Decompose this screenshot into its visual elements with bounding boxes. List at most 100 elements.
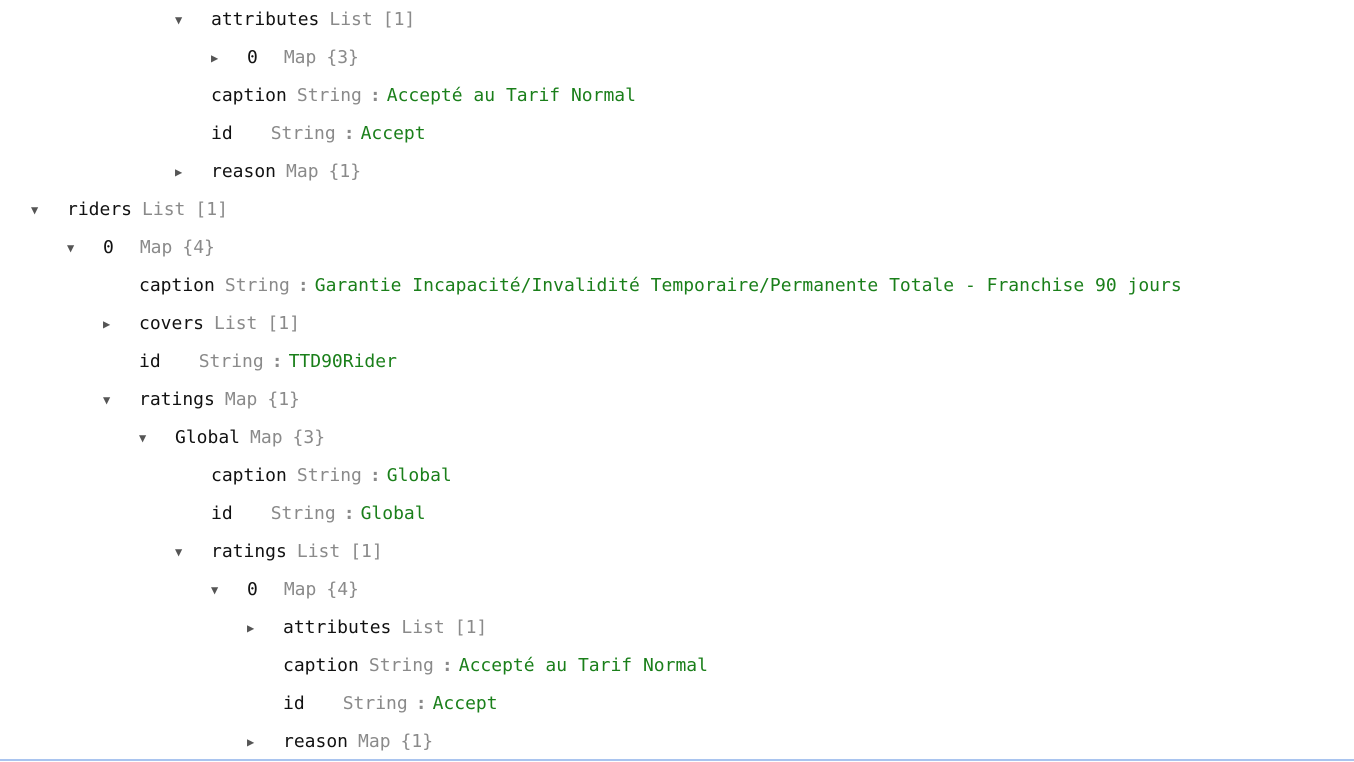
expanded-triangle-icon[interactable]: ▼ (31, 191, 67, 229)
node-count: [1] (350, 541, 383, 562)
node-value: Garantie Incapacité/Invalidité Temporair… (314, 275, 1182, 296)
node-key: id (211, 503, 233, 524)
node-type: String (296, 465, 362, 486)
collapsed-triangle-icon[interactable]: ▶ (211, 39, 247, 77)
tree-row-id: id String: Accept (211, 115, 426, 153)
node-value: Global (360, 503, 426, 524)
tree-row-global[interactable]: ▼ Global Map {3} (139, 419, 325, 457)
collapsed-triangle-icon[interactable]: ▶ (175, 153, 211, 191)
node-count: {1} (267, 389, 300, 410)
node-value: Accept (360, 123, 426, 144)
node-count: [1] (382, 9, 416, 30)
node-type: Map (358, 731, 391, 752)
node-key: ratings (139, 389, 215, 410)
node-key: ratings (211, 541, 287, 562)
expanded-triangle-icon[interactable]: ▼ (175, 533, 211, 571)
node-count: {1} (328, 161, 362, 182)
node-type: Map (283, 579, 317, 600)
node-type: Map (286, 161, 319, 182)
node-type: Map (139, 237, 173, 258)
node-type: Map (224, 389, 258, 410)
tree-row-id: id String: Accept (283, 685, 498, 723)
expanded-triangle-icon[interactable]: ▼ (103, 381, 139, 419)
node-key: 0 (103, 237, 114, 258)
node-count: {4} (182, 237, 215, 258)
node-key: attributes (283, 617, 392, 638)
node-key: caption (283, 655, 359, 676)
node-key: caption (211, 85, 287, 106)
collapsed-triangle-icon[interactable]: ▶ (103, 305, 139, 343)
expanded-triangle-icon[interactable]: ▼ (211, 571, 247, 609)
node-key: covers (139, 313, 205, 334)
colon-separator: : (441, 655, 453, 676)
tree-row-item-0[interactable]: ▼ 0 Map {4} (67, 229, 215, 267)
tree-row-id: id String: TTD90Rider (139, 343, 397, 381)
tree-row-attributes[interactable]: ▼ attributes List [1] (175, 1, 415, 39)
colon-separator: : (369, 85, 381, 106)
tree-row-attributes[interactable]: ▶ attributes List [1] (247, 609, 487, 647)
node-key: caption (139, 275, 215, 296)
node-type: Map (250, 427, 283, 448)
colon-separator: : (415, 693, 427, 714)
node-key: attributes (211, 9, 320, 30)
tree-row-covers[interactable]: ▶ covers List [1] (103, 305, 300, 343)
tree-row-ratings[interactable]: ▼ ratings Map {1} (103, 381, 300, 419)
node-count: {3} (292, 427, 326, 448)
node-type: List (214, 313, 258, 334)
node-type: String (270, 123, 336, 144)
node-key: riders (67, 199, 133, 220)
node-type: List (296, 541, 341, 562)
node-key: id (211, 123, 233, 144)
colon-separator: : (271, 351, 283, 372)
tree-row-item-0[interactable]: ▼ 0 Map {4} (211, 571, 359, 609)
node-value: Accepté au Tarif Normal (458, 655, 708, 676)
tree-row-reason[interactable]: ▶ reason Map {1} (175, 153, 361, 191)
node-value: Global (386, 465, 452, 486)
tree-row-ratings[interactable]: ▼ ratings List [1] (175, 533, 383, 571)
node-count: [1] (267, 313, 300, 334)
tree-row-riders[interactable]: ▼ riders List [1] (31, 191, 228, 229)
node-type: List (142, 199, 186, 220)
expanded-triangle-icon[interactable]: ▼ (175, 1, 211, 39)
node-key: reason (211, 161, 277, 182)
colon-separator: : (343, 123, 355, 144)
node-count: {1} (400, 731, 434, 752)
node-key: id (283, 693, 305, 714)
node-type: String (368, 655, 434, 676)
tree-row-caption: caption String: Accepté au Tarif Normal (283, 647, 708, 685)
node-type: List (401, 617, 445, 638)
node-key: 0 (247, 47, 258, 68)
node-key: reason (283, 731, 349, 752)
tree-row-reason[interactable]: ▶ reason Map {1} (247, 723, 433, 761)
node-count: {3} (326, 47, 359, 68)
node-value: Accept (432, 693, 498, 714)
node-type: String (342, 693, 408, 714)
focus-border-line (0, 759, 1354, 761)
node-count: {4} (326, 579, 359, 600)
collapsed-triangle-icon[interactable]: ▶ (247, 723, 283, 761)
node-key: 0 (247, 579, 258, 600)
colon-separator: : (369, 465, 381, 486)
tree-row-caption: caption String: Global (211, 457, 452, 495)
collapsed-triangle-icon[interactable]: ▶ (247, 609, 283, 647)
tree-row-id: id String: Global (211, 495, 426, 533)
expanded-triangle-icon[interactable]: ▼ (67, 229, 103, 267)
expanded-triangle-icon[interactable]: ▼ (139, 419, 175, 457)
tree-row-caption: caption String: Accepté au Tarif Normal (211, 77, 636, 115)
node-type: String (296, 85, 362, 106)
node-key: Global (175, 427, 241, 448)
node-key: id (139, 351, 161, 372)
node-type: String (198, 351, 264, 372)
tree-row-item-0[interactable]: ▶ 0 Map {3} (211, 39, 359, 77)
node-key: caption (211, 465, 287, 486)
node-type: Map (283, 47, 317, 68)
node-value: TTD90Rider (288, 351, 397, 372)
node-count: [1] (195, 199, 228, 220)
colon-separator: : (297, 275, 309, 296)
colon-separator: : (343, 503, 355, 524)
tree-row-caption: caption String: Garantie Incapacité/Invali… (139, 267, 1182, 305)
json-tree-view: ▼ attributes List [1] ▶ 0 Map {3} caption Strin… (0, 0, 1354, 762)
node-type: String (270, 503, 336, 524)
node-type: String (224, 275, 290, 296)
node-value: Accepté au Tarif Normal (386, 85, 636, 106)
